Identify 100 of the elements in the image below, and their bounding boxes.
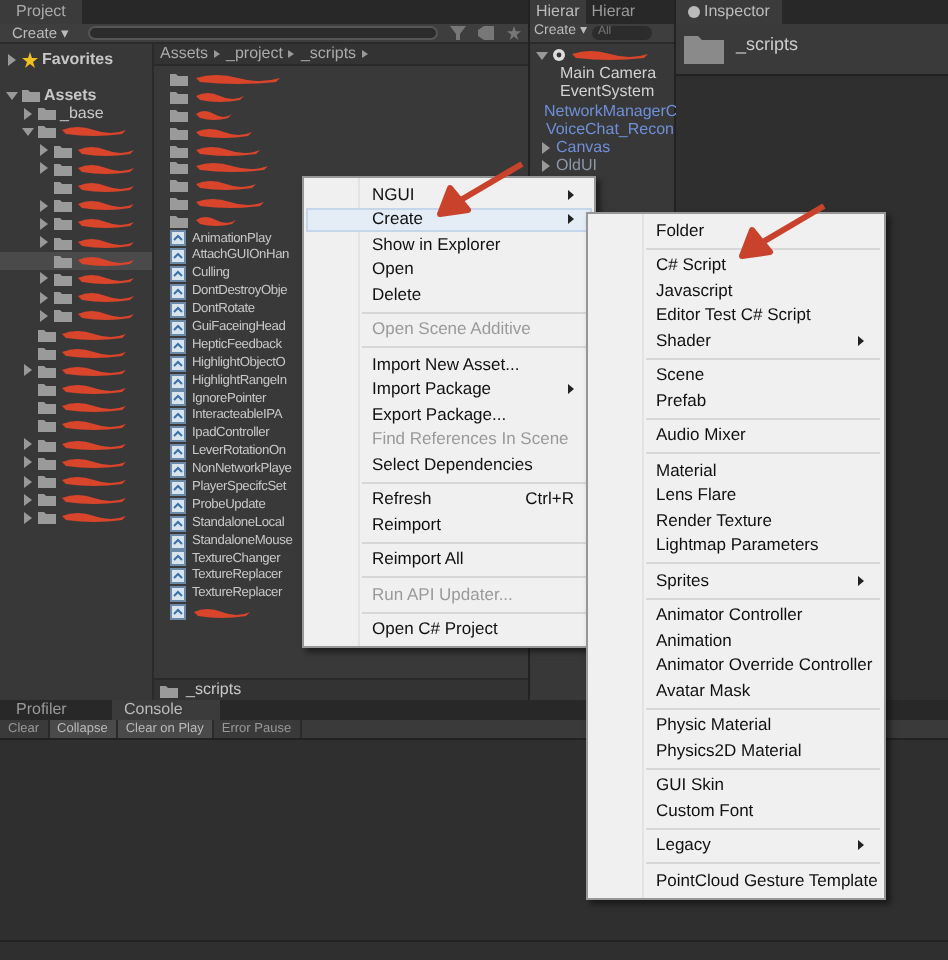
collapsed-arrow-icon[interactable] [38,309,50,322]
hierarchy-item[interactable]: VoiceChat_Recon [530,120,674,139]
selected-path: _scripts [186,678,242,702]
breadcrumb-link[interactable]: Assets [160,42,209,66]
asset-item[interactable] [170,123,254,142]
collapsed-arrow-icon[interactable] [22,511,34,524]
tree-label: Assets [44,83,97,106]
collapsed-arrow-icon[interactable] [6,54,18,66]
menu-item[interactable]: Export Package... [306,402,592,427]
console-tab[interactable]: Profiler [4,700,112,720]
collapsed-arrow-icon[interactable] [22,475,34,488]
tree-label: _base [60,101,104,126]
menu-item[interactable]: Animator Override Controller [590,653,882,678]
expanded-arrow-icon[interactable] [22,125,34,138]
menu-item[interactable]: Show in Explorer [306,232,592,257]
asset-item[interactable] [170,70,282,88]
expanded-arrow-icon[interactable] [6,89,18,102]
menu-item[interactable]: Select Dependencies [306,452,592,477]
menu-item[interactable]: Import Package [306,377,592,402]
menu-item[interactable]: Sprites [590,568,882,593]
breadcrumb-link[interactable]: _scripts [300,42,357,66]
menu-item[interactable]: Physic Material [590,713,882,738]
collapsed-arrow-icon[interactable] [540,160,552,173]
menu-item[interactable]: PointCloud Gesture Template [590,868,882,893]
console-tab[interactable]: Console [112,700,220,720]
menu-item[interactable]: Material [590,458,882,483]
info-icon [688,6,700,18]
arrow-annotation [736,202,828,262]
menu-item[interactable]: GUI Skin [590,773,882,798]
hierarchy-tab[interactable]: Hierar [530,0,586,24]
star-icon[interactable] [506,26,522,40]
expanded-arrow-icon[interactable] [536,49,548,62]
asset-item[interactable] [170,87,246,106]
breadcrumb-link[interactable]: _project [226,42,283,66]
collapsed-arrow-icon[interactable] [38,272,50,285]
collapsed-arrow-icon[interactable] [38,291,50,304]
collapsed-arrow-icon[interactable] [22,364,34,377]
arrow-annotation [434,160,526,220]
menu-item[interactable]: Custom Font [590,798,882,823]
asset-item[interactable] [170,158,270,177]
menu-item[interactable]: Physics2D Material [590,738,882,763]
scene-icon [552,48,566,63]
menu-item[interactable]: Render Texture [590,508,882,533]
collapsed-arrow-icon[interactable] [38,162,50,175]
hierarchy-tab[interactable]: Hierar [585,0,642,24]
collapsed-arrow-icon[interactable] [22,493,34,506]
menu-item[interactable]: Shader [590,328,882,353]
menu-item[interactable]: Folder [590,218,882,243]
collapsed-arrow-icon[interactable] [22,107,34,120]
project-tab[interactable]: Project [0,0,82,24]
menu-item[interactable]: Legacy [590,833,882,858]
collapsed-arrow-icon[interactable] [38,217,50,230]
menu-item[interactable]: C# Script [590,253,882,278]
menu-item[interactable]: Reimport All [306,547,592,572]
menu-item[interactable]: Scene [590,363,882,388]
tree-item[interactable]: Assets [0,86,152,105]
search-field[interactable] [87,26,438,40]
breadcrumb-arrow-icon [214,50,221,58]
collapsed-arrow-icon[interactable] [38,236,50,249]
menu-item[interactable]: NGUI [306,182,592,207]
breadcrumb-arrow-icon [362,50,369,58]
favorites-item[interactable]: Favorites [0,50,152,70]
collapsed-arrow-icon[interactable] [22,456,34,469]
asset-item[interactable] [170,194,266,213]
hierarchy-item[interactable]: Canvas [530,138,674,158]
asset-item[interactable] [170,141,262,159]
menu-item[interactable]: Create [306,207,592,232]
menu-item[interactable]: Animator Controller [590,603,882,628]
menu-item[interactable]: Open [306,257,592,282]
menu-item[interactable]: Refresh Ctrl+R [306,487,592,512]
menu-item[interactable]: Reimport [306,512,592,537]
hierarchy-item[interactable]: OldUI [530,157,674,177]
asset-item[interactable] [170,603,252,622]
hierarchy-item[interactable]: Main Camera [530,64,674,84]
collapsed-arrow-icon[interactable] [38,199,50,212]
menu-item[interactable]: Delete [306,282,592,307]
hierarchy-item[interactable]: EventSystem [530,83,674,102]
asset-item[interactable] [170,212,238,231]
shortcut-label: Ctrl+R [525,486,574,513]
menu-item[interactable]: Animation [590,628,882,653]
asset-item[interactable] [170,105,234,124]
menu-item[interactable]: Audio Mixer [590,423,882,448]
menu-item[interactable]: Prefab [590,388,882,413]
collapsed-arrow-icon[interactable] [38,144,50,157]
menu-item[interactable]: Lightmap Parameters [590,533,882,558]
menu-item[interactable]: Javascript [590,278,882,303]
tree-item[interactable] [0,251,152,270]
inspector-title: _scripts [736,32,799,58]
asset-item[interactable] [170,176,258,195]
menu-item[interactable]: Import New Asset... [306,352,592,377]
collapsed-arrow-icon[interactable] [22,438,34,451]
tree-item[interactable]: _base [0,104,152,123]
menu-item[interactable]: Lens Flare [590,483,882,508]
menu-item[interactable]: Open C# Project [306,617,592,642]
inspector-tab[interactable]: Inspector [676,0,782,24]
folder-icon [684,32,724,64]
hierarchy-item[interactable]: NetworkManagerC [530,101,674,121]
collapsed-arrow-icon[interactable] [540,142,552,155]
menu-item[interactable]: Editor Test C# Script [590,303,882,328]
menu-item[interactable]: Avatar Mask [590,678,882,703]
